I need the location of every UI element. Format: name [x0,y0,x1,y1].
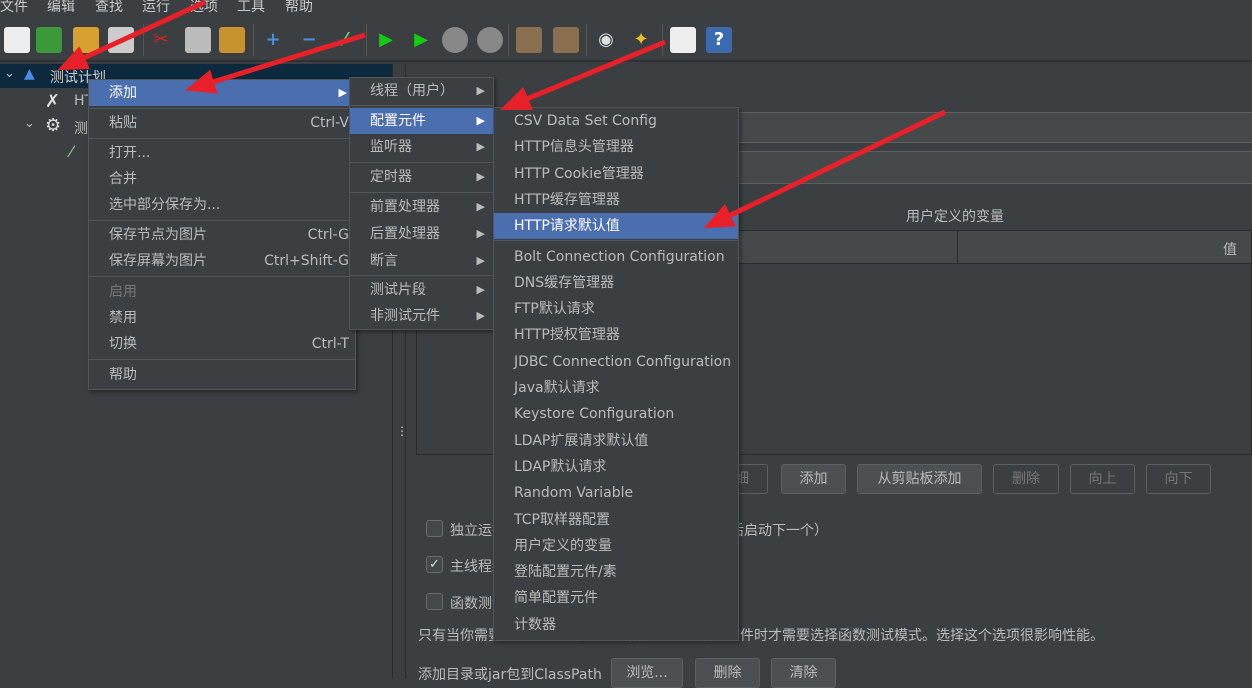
annotation-arrows [57,0,947,229]
arrow-to-test-plan [57,0,207,71]
arrow-to-add [185,32,366,94]
arrow-to-config-element [500,39,666,111]
arrow-to-http-defaults [703,109,947,229]
